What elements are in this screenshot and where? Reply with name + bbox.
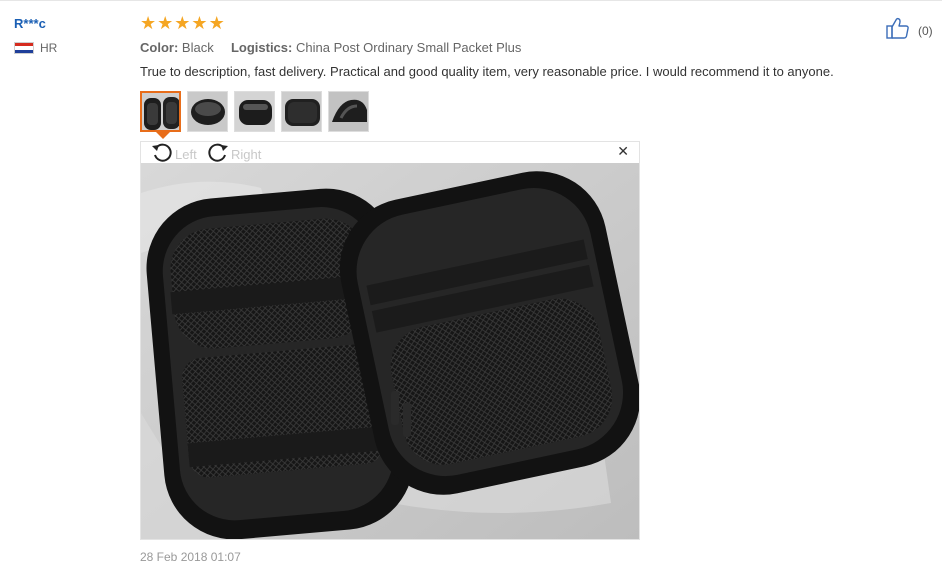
thumbnail-5[interactable] — [328, 91, 369, 132]
flag-icon — [14, 42, 34, 54]
star-icon: ★ — [191, 13, 208, 34]
thumbnail-1-image — [142, 93, 179, 130]
reviewer-info: R***c HR — [14, 16, 124, 55]
image-viewer: Left Right ✕ — [140, 141, 640, 540]
thumbnail-1[interactable] — [140, 91, 181, 132]
helpful-count: (0) — [918, 23, 933, 38]
color-value: Black — [181, 40, 214, 55]
rotate-right-label[interactable]: Right — [231, 147, 261, 162]
thumbnail-3[interactable] — [234, 91, 275, 132]
star-icon: ★ — [157, 13, 174, 34]
active-thumbnail-pointer — [156, 132, 170, 139]
thumbnail-3-image — [235, 92, 274, 131]
thumbnail-2[interactable] — [187, 91, 228, 132]
review-text: True to description, fast delivery. Prac… — [140, 64, 834, 79]
helpful-button[interactable]: (0) — [886, 17, 933, 44]
color-label: Color: — [140, 40, 179, 55]
close-icon[interactable]: ✕ — [617, 145, 629, 159]
review-body: ★ ★ ★ ★ ★ Color: Black Logistics: China … — [140, 14, 930, 80]
star-rating: ★ ★ ★ ★ ★ — [140, 14, 930, 34]
thumbnail-5-image — [329, 92, 368, 131]
thumbnail-4[interactable] — [281, 91, 322, 132]
rotate-left-label[interactable]: Left — [175, 147, 197, 162]
logistics-value: China Post Ordinary Small Packet Plus — [295, 40, 522, 55]
flag-stripe-bottom — [15, 49, 33, 53]
review-date: 28 Feb 2018 01:07 — [140, 550, 241, 564]
thumbs-up-icon[interactable] — [886, 17, 910, 44]
country-code: HR — [40, 41, 58, 55]
logistics-label: Logistics: — [230, 40, 293, 55]
thumbnail-4-image — [282, 92, 321, 131]
review-photo-image — [141, 163, 639, 539]
top-divider — [0, 0, 942, 1]
viewer-toolbar: Left Right ✕ — [141, 142, 639, 163]
thumbnail-2-image — [188, 92, 227, 131]
star-icon: ★ — [174, 13, 191, 34]
star-icon: ★ — [140, 13, 157, 34]
order-attributes: Color: Black Logistics: China Post Ordin… — [140, 40, 930, 55]
photo-thumbnails — [140, 91, 369, 132]
reviewer-country: HR — [14, 41, 124, 55]
star-icon: ★ — [208, 13, 225, 34]
review-photo — [141, 163, 639, 539]
reviewer-name[interactable]: R***c — [14, 16, 124, 31]
